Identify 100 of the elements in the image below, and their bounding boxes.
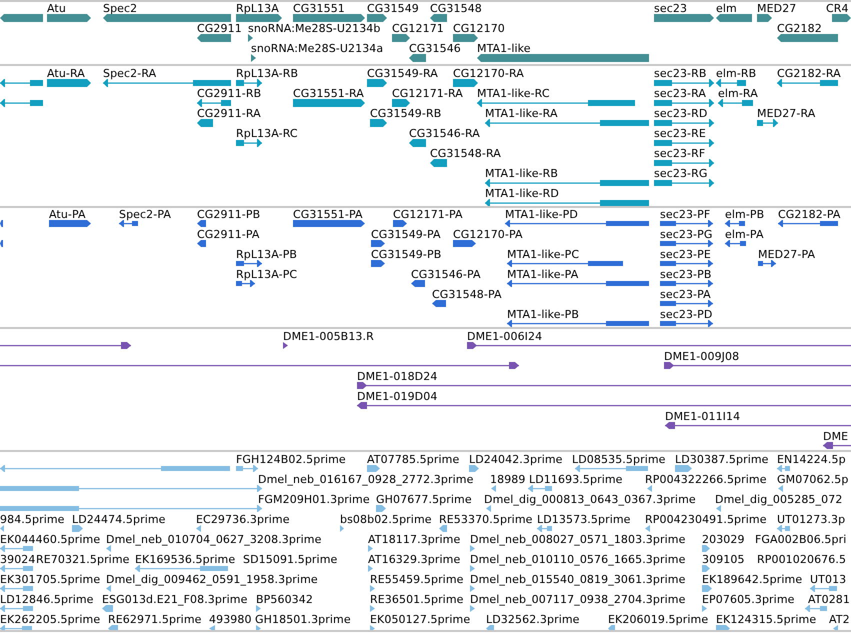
feature-label: sec23-PE	[660, 249, 711, 261]
feature-label: CG31546	[409, 43, 461, 55]
feature-label: sec23-RF	[654, 148, 706, 160]
feature-label: MTA1-like-RB	[485, 168, 558, 180]
feature-label: CG31549-RA	[367, 68, 438, 80]
feature-label: CR4	[826, 3, 849, 15]
feature-label: FGA002B06.5pri	[755, 534, 846, 546]
feature-label: CG31549	[367, 3, 419, 15]
feature-label: AT0281	[808, 594, 850, 606]
feature-label: elm-RA	[718, 88, 758, 100]
feature-label: ESG013d.E21_F08.3prime	[102, 594, 248, 606]
feature-label: CG12171-RA	[392, 88, 463, 100]
feature-label: CG12170-PA	[453, 229, 523, 241]
feature-label: CG31546-RA	[409, 128, 480, 140]
feature-label: AT18117.3prime	[368, 534, 460, 546]
feature-label: MED27-PA	[758, 249, 816, 261]
feature-label: bs08b02.5prime	[340, 514, 432, 526]
feature-label: sec23-PB	[660, 269, 712, 281]
feature-label: RP004230491.5prime	[645, 514, 767, 526]
feature-label: EK206019.5prime	[608, 614, 708, 626]
feature-label: 493980	[209, 614, 252, 626]
feature-label: MTA1-like-RA	[485, 108, 558, 120]
feature-label: EP07605.3prime	[702, 594, 795, 606]
feature-label: sec23-PA	[660, 289, 711, 301]
feature-label: Dmel_neb_015540_0819_3061.3prime	[470, 574, 686, 586]
feature-label: Dmel_neb_007117_0938_2704.3prime	[470, 594, 686, 606]
feature-label: RE55459.5prime	[370, 574, 464, 586]
feature-label: Dmel_dig_009462_0591_1958.3prime	[106, 574, 318, 586]
feature-label: LD12846.5prime	[0, 594, 94, 606]
feature-label: CG2182-RA	[777, 68, 841, 80]
feature-label: Dmel_dig_000813_0643_0367.3prime	[484, 494, 696, 506]
feature-label: CG31548	[430, 3, 482, 15]
feature-label: SD15091.5prime	[243, 554, 338, 566]
feature-label: Spec2-PA	[119, 209, 172, 221]
feature-label: CG31546-PA	[411, 269, 481, 281]
feature-label: MTA1-like-RC	[477, 88, 550, 100]
feature-label: sec23-PG	[660, 229, 712, 241]
feature-label: FGM209H01.3prime	[258, 494, 370, 506]
feature-label: sec23-PF	[660, 209, 710, 221]
feature-label: Atu	[47, 3, 66, 15]
feature-label: DME1-006I24	[467, 331, 542, 343]
feature-label: CG2911-PB	[197, 209, 260, 221]
feature-label: CG12171-PA	[393, 209, 463, 221]
feature-label: snoRNA:Me28S-U2134a	[251, 43, 384, 55]
feature-label: MED27	[757, 3, 796, 15]
feature-label: CG2911	[197, 23, 242, 35]
feature-label: Dmel_neb_010110_0576_1665.3prime	[470, 554, 686, 566]
feature-label: LD24474.5prime	[72, 514, 166, 526]
feature-label: LD30387.5prime	[675, 454, 769, 466]
feature-label: elm-RB	[716, 68, 756, 80]
feature-label: AT07785.5prime	[367, 454, 460, 466]
feature-label: GM07062.5p	[777, 474, 848, 486]
feature-label: elm	[716, 3, 737, 15]
feature-label: CG2182	[777, 23, 822, 35]
feature-label: CG2911-RB	[197, 88, 262, 100]
feature-label: Dmel_neb_016167_0928_2772.3prime	[258, 474, 474, 486]
feature-label: RpL13A-RB	[236, 68, 298, 80]
feature-label: CG31551-RA	[293, 88, 364, 100]
feature-label: UT01273.3p	[777, 514, 846, 526]
feature-label: UT013	[810, 574, 846, 586]
feature-label: LD24042.3prime	[469, 454, 563, 466]
feature-label: CG31549-PB	[371, 249, 442, 261]
feature-label: AT16329.3prime	[368, 554, 460, 566]
feature-label: CG12170	[453, 23, 505, 35]
feature-label: 39024	[0, 554, 36, 566]
feature-label: DME1-009J08	[664, 351, 740, 363]
feature-label: CG12170-RA	[453, 68, 524, 80]
feature-label: RE62971.5prime	[108, 614, 202, 626]
feature-label: CG31548-PA	[432, 289, 502, 301]
feature-label: DME1-011I14	[665, 411, 740, 423]
feature-label: RpL13A	[236, 3, 279, 15]
feature-label: EK189642.5prime	[702, 574, 802, 586]
feature-label: AT2	[829, 614, 850, 626]
feature-label: CG2911-PA	[197, 229, 260, 241]
feature-label: sec23-RG	[654, 168, 708, 180]
feature-label: RE70321.5prime	[36, 554, 130, 566]
feature-label: RpL13A-RC	[236, 128, 298, 140]
feature-label: DME1-005B13.R	[283, 331, 374, 343]
feature-label: elm-PB	[725, 209, 764, 221]
feature-label: sec23-RB	[654, 68, 707, 80]
feature-label: EC29736.3prime	[196, 514, 290, 526]
feature-label: LD11693.5prime	[529, 474, 623, 486]
feature-label: Dmel_neb_010704_0627_3208.3prime	[106, 534, 322, 546]
feature-label: LD13573.5prime	[537, 514, 631, 526]
feature-label: 203029	[702, 534, 745, 546]
feature-label: RE53370.5prime	[439, 514, 533, 526]
feature-label: EK044460.5prime	[0, 534, 100, 546]
feature-label: 18989	[490, 474, 526, 486]
feature-label: CG12171	[392, 23, 444, 35]
feature-label: CG31549-PA	[371, 229, 441, 241]
feature-label: DME	[823, 431, 848, 443]
feature-label: MTA1-like-PB	[507, 309, 580, 321]
feature-label: sec23-RA	[654, 88, 706, 100]
feature-label: CG31551	[293, 3, 345, 15]
feature-label: 984.5prime	[0, 514, 65, 526]
feature-label: Dmel_dig_005285_072	[715, 494, 842, 506]
feature-label: LD32562.3prime	[486, 614, 580, 626]
feature-label: CG31548-RA	[430, 148, 501, 160]
feature-label: Dmel_neb_008027_0571_1803.3prime	[470, 534, 686, 546]
feature-label: EK301705.5prime	[0, 574, 100, 586]
